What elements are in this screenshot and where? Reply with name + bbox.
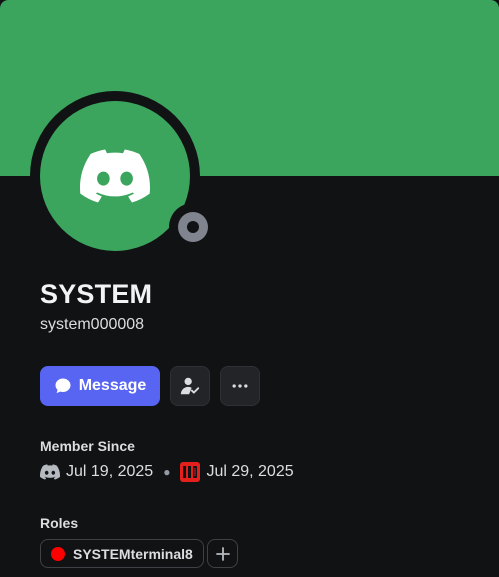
display-name: SYSTEM (40, 279, 153, 309)
more-dots-icon (232, 384, 248, 388)
friend-status-button[interactable] (170, 366, 210, 406)
separator-dot: ● (163, 465, 171, 479)
plus-icon (215, 546, 230, 561)
add-role-button[interactable] (207, 539, 238, 568)
avatar-frame[interactable] (30, 91, 217, 261)
username[interactable]: system000008 (40, 316, 144, 334)
message-button-label: Message (78, 377, 147, 394)
discord-logo-icon (80, 149, 150, 203)
avatar[interactable] (40, 101, 190, 251)
chat-bubble-icon (55, 378, 71, 394)
role-name: SYSTEMterminal8 (73, 545, 193, 562)
discord-join-date: Jul 19, 2025 (66, 463, 154, 480)
status-indicator-frame (169, 203, 217, 251)
friend-pending-icon (180, 377, 200, 395)
more-options-button[interactable] (220, 366, 260, 406)
message-button[interactable]: Message (40, 366, 160, 406)
role-color-icon (51, 546, 65, 561)
profile-card: SYSTEM system000008 Message Member Since… (0, 0, 499, 577)
server-icon[interactable] (180, 462, 201, 482)
offline-status-icon (178, 212, 208, 242)
member-since-title: Member Since (40, 438, 135, 454)
server-join-date: Jul 29, 2025 (206, 463, 294, 480)
roles-title: Roles (40, 515, 79, 531)
member-since-row: Jul 19, 2025 ● Jul 29, 2025 (40, 461, 294, 483)
role-pill[interactable]: SYSTEMterminal8 (40, 539, 204, 568)
discord-small-icon[interactable] (40, 464, 60, 480)
